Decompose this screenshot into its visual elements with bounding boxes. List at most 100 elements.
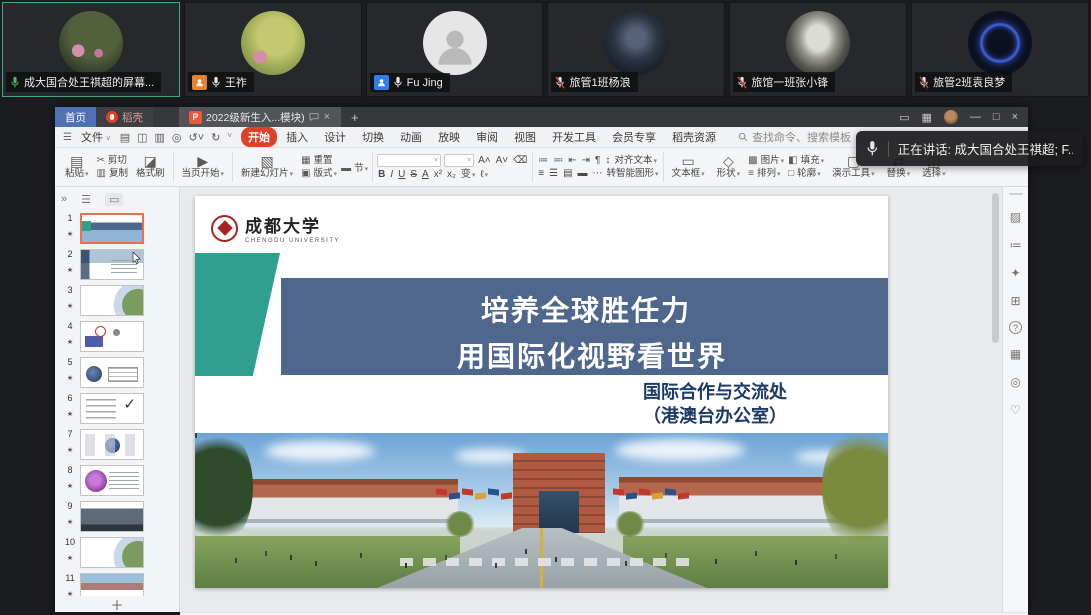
- location-icon[interactable]: ◎: [1008, 374, 1024, 390]
- ribbon-glyph-button[interactable]: ▤: [562, 169, 573, 179]
- ribbon-glyph-button[interactable]: ≔: [537, 156, 549, 166]
- sparkle-icon[interactable]: ✦: [1008, 265, 1024, 281]
- add-slide-button[interactable]: ＋: [110, 595, 123, 614]
- slide-list-item[interactable]: 11★: [63, 573, 179, 596]
- ribbon-button-格式刷[interactable]: ◪格式刷: [132, 154, 169, 180]
- ribbon-glyph-button[interactable]: ℓ▾: [479, 170, 489, 180]
- ribbon-glyph-button[interactable]: B: [377, 170, 386, 180]
- account-avatar[interactable]: [944, 110, 958, 124]
- ribbon-button-粘贴[interactable]: ▤粘贴▾: [61, 154, 93, 180]
- slide-list-item[interactable]: 10★: [63, 537, 179, 568]
- video-tile[interactable]: Fu Jing: [366, 2, 544, 97]
- ribbon-glyph-button[interactable]: ☰: [548, 169, 559, 179]
- ribbon-button-排列[interactable]: ≡排列▾: [748, 169, 784, 179]
- ribbon-button-当页开始[interactable]: ▶当页开始▾: [178, 154, 229, 180]
- ribbon-glyph-button[interactable]: ⇤: [567, 156, 577, 166]
- comment-bubble-icon[interactable]: [309, 112, 319, 122]
- ribbon-button-文本框[interactable]: ▭文本框▾: [668, 154, 709, 180]
- ribbon-tab-插入[interactable]: 插入: [279, 127, 315, 147]
- slide-thumbnail[interactable]: [80, 321, 144, 352]
- slide-thumbnail[interactable]: [80, 285, 144, 316]
- ribbon-glyph-button[interactable]: U: [397, 170, 406, 180]
- favorite-icon[interactable]: ♡: [1008, 402, 1024, 418]
- preview-icon[interactable]: ◎: [172, 131, 182, 144]
- ribbon-glyph-button[interactable]: A: [421, 170, 430, 180]
- slide-list-item[interactable]: 4★: [63, 321, 179, 352]
- ribbon-glyph-button[interactable]: ↕: [604, 156, 611, 166]
- video-tile[interactable]: 旅管2班袁良梦: [911, 2, 1089, 97]
- ribbon-button-重置[interactable]: ▦重置: [301, 156, 337, 166]
- tab-document[interactable]: P 2022级新生入...模块) -0919 ×: [179, 107, 341, 127]
- layout-mode-icon[interactable]: ▭: [899, 111, 909, 124]
- ribbon-glyph-button[interactable]: ▬: [577, 169, 589, 179]
- outline-view-icon[interactable]: ☰: [81, 193, 91, 206]
- ribbon-combobox[interactable]: ˅: [377, 154, 441, 167]
- ribbon-button-剪切[interactable]: ✂剪切: [97, 156, 128, 166]
- ribbon-glyph-button[interactable]: ≕: [552, 156, 564, 166]
- ribbon-tab-稻壳资源[interactable]: 稻壳资源: [665, 127, 723, 147]
- ribbon-glyph-button[interactable]: I: [389, 170, 394, 180]
- slide-list-item[interactable]: 6★: [63, 393, 179, 424]
- print-icon[interactable]: ▥: [155, 131, 165, 144]
- ribbon-glyph-button[interactable]: ⌫: [512, 156, 528, 166]
- apps-grid-icon[interactable]: ▦: [922, 111, 932, 124]
- file-menu[interactable]: 文件 ˅: [81, 129, 111, 145]
- image-icon[interactable]: ▦: [1008, 346, 1024, 362]
- slides-icon[interactable]: ⊞: [1008, 293, 1024, 309]
- video-tile[interactable]: 旅管1班杨浪: [547, 2, 725, 97]
- sticker-icon[interactable]: ▨: [1008, 209, 1024, 225]
- ribbon-tab-审阅[interactable]: 审阅: [469, 127, 505, 147]
- slide-thumbnail[interactable]: [80, 573, 144, 596]
- slide-thumbnail[interactable]: [80, 249, 144, 280]
- slide-list-item[interactable]: 3★: [63, 285, 179, 316]
- save-icon[interactable]: ◫: [137, 131, 147, 144]
- ribbon-glyph-button[interactable]: 变▾: [460, 170, 477, 180]
- ribbon-glyph-button[interactable]: S: [409, 170, 418, 180]
- undo-icon[interactable]: ↺˅: [189, 131, 205, 144]
- collapse-panel-icon[interactable]: »: [61, 193, 67, 205]
- help-icon[interactable]: ?: [1009, 321, 1022, 334]
- tab-home[interactable]: 首页: [55, 107, 96, 127]
- ribbon-button-复制[interactable]: ▥复制: [97, 169, 128, 179]
- close-button[interactable]: ×: [1012, 111, 1018, 123]
- vertical-scrollbar[interactable]: [992, 193, 999, 343]
- ribbon-button-版式[interactable]: ▣版式▾: [301, 169, 337, 179]
- video-tile[interactable]: 旅馆一班张小锋: [729, 2, 907, 97]
- customize-toolbar-icon[interactable]: ˅: [227, 131, 232, 144]
- slide-list-item[interactable]: 8★: [63, 465, 179, 496]
- slide-list-item[interactable]: 7★: [63, 429, 179, 460]
- sliders-icon[interactable]: ≔: [1008, 237, 1024, 253]
- tab-docer[interactable]: 稻壳: [96, 107, 153, 127]
- ribbon-button-节[interactable]: ▬节▾: [341, 164, 368, 174]
- current-slide[interactable]: 成都大学 CHENGDU UNIVERSITY 培养全球胜任力 用国际化视野看世…: [195, 196, 888, 588]
- thumbnail-view-icon[interactable]: ▭: [105, 193, 123, 206]
- redo-icon[interactable]: ↻: [211, 131, 220, 144]
- slide-thumbnail[interactable]: [80, 465, 144, 496]
- ribbon-tab-设计[interactable]: 设计: [317, 127, 353, 147]
- ribbon-button-新建幻灯片[interactable]: ▧新建幻灯片▾: [237, 154, 297, 180]
- slide-list-item[interactable]: 1★: [63, 213, 179, 244]
- minimize-button[interactable]: —: [970, 111, 981, 123]
- ribbon-tab-切换[interactable]: 切换: [355, 127, 391, 147]
- ribbon-button-对齐文本[interactable]: 对齐文本▾: [614, 156, 657, 166]
- slide-list-item[interactable]: 2★: [63, 249, 179, 280]
- video-tile[interactable]: 成大国合处王祺超的屏幕...: [2, 2, 180, 97]
- ribbon-glyph-button[interactable]: A˅: [495, 156, 510, 166]
- slide-thumbnail[interactable]: [80, 501, 144, 532]
- ribbon-tab-放映[interactable]: 放映: [431, 127, 467, 147]
- ribbon-glyph-button[interactable]: ⇥: [581, 156, 591, 166]
- slide-list-item[interactable]: 9★: [63, 501, 179, 532]
- new-tab-button[interactable]: +: [341, 107, 369, 127]
- command-search[interactable]: 查找命令、搜索模板: [738, 129, 851, 145]
- ribbon-button-填充[interactable]: ◧填充▾: [788, 156, 824, 166]
- slide-thumbnail[interactable]: [80, 429, 144, 460]
- open-icon[interactable]: ▤: [120, 131, 130, 144]
- ribbon-glyph-button[interactable]: x²: [433, 170, 443, 180]
- slide-thumbnail[interactable]: [80, 213, 144, 244]
- slide-canvas[interactable]: 成都大学 CHENGDU UNIVERSITY 培养全球胜任力 用国际化视野看世…: [180, 187, 1002, 612]
- ribbon-tab-视图[interactable]: 视图: [507, 127, 543, 147]
- ribbon-tab-会员专享[interactable]: 会员专享: [605, 127, 663, 147]
- ribbon-button-转智能图形[interactable]: 转智能图形▾: [607, 169, 659, 179]
- slide-thumbnail[interactable]: [80, 537, 144, 568]
- ribbon-button-图片[interactable]: ▩图片▾: [748, 156, 784, 166]
